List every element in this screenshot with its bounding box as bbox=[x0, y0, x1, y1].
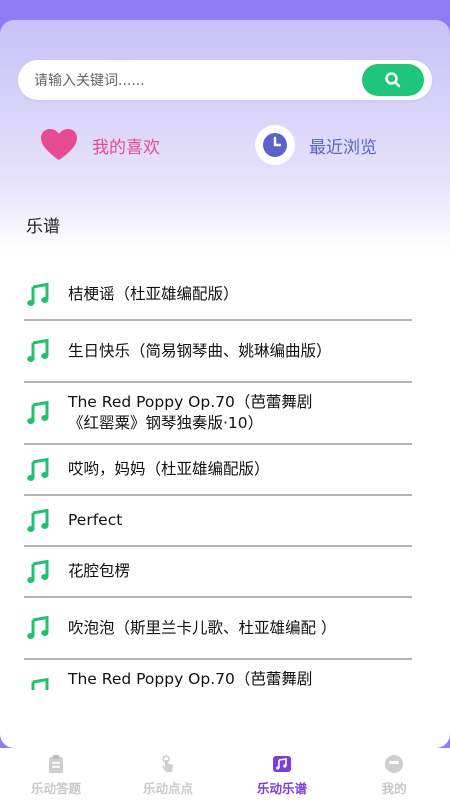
heart-icon bbox=[41, 129, 77, 160]
list-item[interactable]: 哎哟，妈妈（杜亚雄编配版） bbox=[24, 445, 412, 496]
clock-icon bbox=[263, 133, 287, 157]
music-note-icon bbox=[273, 756, 291, 772]
list-item[interactable]: 花腔包楞 bbox=[24, 547, 412, 598]
tab-label: 乐动答题 bbox=[30, 781, 81, 796]
recent-link[interactable]: 最近浏览 bbox=[255, 125, 377, 165]
list-item[interactable]: 吹泡泡（斯里兰卡儿歌、杜亚雄编配 ） bbox=[24, 598, 412, 660]
search-button[interactable] bbox=[362, 64, 424, 96]
tab-tap[interactable]: 乐动点点 bbox=[112, 748, 224, 800]
score-title: 桔梗谣（杜亚雄编配版） bbox=[68, 285, 239, 303]
score-title: 哎哟，妈妈（杜亚雄编配版） bbox=[68, 460, 270, 478]
tab-label: 我的 bbox=[381, 781, 407, 796]
score-list[interactable]: 桔梗谣（杜亚雄编配版） 生日快乐（简易钢琴曲、姚琳编曲版） The Red Po… bbox=[24, 270, 412, 690]
search-bar bbox=[18, 60, 432, 102]
search-input[interactable] bbox=[32, 60, 356, 102]
tab-scores[interactable]: 乐动乐谱 bbox=[226, 748, 338, 800]
clipboard-icon bbox=[49, 755, 63, 773]
tap-icon bbox=[162, 755, 173, 772]
list-item[interactable]: The Red Poppy Op.70（芭蕾舞剧《红罂粟》钢琴独奏版·10） bbox=[24, 660, 412, 690]
list-item[interactable]: Perfect bbox=[24, 496, 412, 547]
section-title: 乐谱 bbox=[26, 217, 60, 237]
music-note-icon bbox=[27, 457, 49, 481]
music-note-icon bbox=[27, 338, 49, 362]
tab-profile[interactable]: 我的 bbox=[338, 748, 450, 800]
score-title: 生日快乐（简易钢琴曲、姚琳编曲版） bbox=[68, 341, 332, 360]
score-title: 吹泡泡（斯里兰卡儿歌、杜亚雄编配 ） bbox=[68, 618, 337, 637]
favorites-label: 我的喜欢 bbox=[92, 137, 160, 158]
tab-label: 乐动乐谱 bbox=[256, 781, 307, 796]
list-item[interactable]: 生日快乐（简易钢琴曲、姚琳编曲版） bbox=[24, 321, 412, 383]
bottom-tab-bar: 乐动答题 乐动点点 乐动乐谱 我的 bbox=[0, 748, 450, 800]
list-item[interactable]: 桔梗谣（杜亚雄编配版） bbox=[24, 270, 412, 321]
clock-icon-wrap bbox=[255, 125, 295, 165]
score-title: 花腔包楞 bbox=[68, 562, 131, 580]
music-note-icon bbox=[27, 559, 49, 583]
music-note-icon bbox=[27, 508, 49, 532]
main-card: 我的喜欢 最近浏览 乐谱 桔梗谣（杜亚雄编配版） 生日快乐（简易钢琴曲、姚琳编曲… bbox=[0, 20, 450, 748]
score-title: The Red Poppy Op.70（芭蕾舞剧《红罂粟》钢琴独奏版·10） bbox=[68, 670, 313, 688]
music-note-icon bbox=[31, 677, 49, 690]
search-icon bbox=[385, 72, 401, 88]
list-item[interactable]: The Red Poppy Op.70（芭蕾舞剧《红罂粟》钢琴独奏版·10） bbox=[24, 383, 412, 445]
profile-icon bbox=[385, 755, 403, 773]
tab-quiz[interactable]: 乐动答题 bbox=[0, 748, 112, 800]
recent-label: 最近浏览 bbox=[309, 137, 377, 158]
music-note-icon bbox=[27, 615, 49, 639]
tab-label: 乐动点点 bbox=[142, 781, 193, 796]
score-title: Perfect bbox=[68, 511, 123, 529]
score-title: The Red Poppy Op.70（芭蕾舞剧《红罂粟》钢琴独奏版·10） bbox=[68, 393, 313, 432]
music-note-icon bbox=[27, 282, 49, 306]
music-note-icon bbox=[27, 400, 49, 424]
favorites-link[interactable]: 我的喜欢 bbox=[40, 127, 160, 163]
